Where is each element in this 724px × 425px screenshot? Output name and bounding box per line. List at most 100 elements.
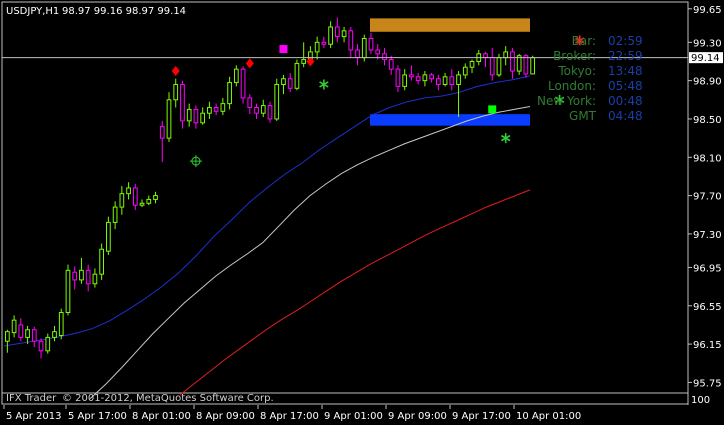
candle-body (58, 311, 64, 336)
candle-body (483, 53, 488, 59)
price-tick-label: 97.30 (693, 230, 722, 241)
candle-body (132, 187, 138, 206)
price-tick-label: 98.90 (693, 77, 722, 88)
candle-body (496, 57, 502, 76)
clock-label-newyork: New York: (537, 94, 596, 108)
time-tick-label: 10 Apr 01:00 (516, 411, 581, 422)
ma-mid-line (89, 106, 531, 400)
candle-body (361, 37, 367, 59)
candle-body (314, 41, 320, 53)
time-tick-label: 5 Apr 17:00 (68, 411, 127, 422)
candle-body (227, 82, 232, 105)
candle-body (436, 78, 441, 85)
clock-label-tokyo: Tokyo: (557, 64, 596, 78)
price-tick-label: 95.75 (693, 378, 722, 389)
price-tick-label: 99.65 (693, 5, 722, 16)
clock-label-london: London: (548, 79, 596, 93)
candle-body (85, 269, 91, 285)
candle-body (355, 49, 360, 59)
candles-layer (5, 17, 535, 359)
price-tick-label: 98.10 (693, 153, 722, 164)
candle-body (72, 271, 78, 281)
clock-panel: Bar: 02:59 Broker: 22:59 Tokyo: 13:48 Lo… (537, 34, 643, 123)
candle-body (267, 105, 273, 120)
diamond-marker (245, 58, 254, 69)
time-tick-label: 9 Apr 17:00 (452, 411, 511, 422)
candle-body (328, 26, 333, 45)
clock-label-bar: Bar: (572, 34, 596, 48)
candle-body (281, 78, 286, 85)
resistance-zone (370, 18, 530, 32)
candle-body (456, 74, 461, 85)
time-tick-label: 9 Apr 01:00 (324, 411, 383, 422)
symbol-label: USDJPY,H1 (6, 6, 59, 17)
ma-slow-line (179, 189, 531, 396)
candle-body (233, 68, 239, 84)
candle-body (429, 74, 434, 80)
candle-body (207, 106, 212, 114)
time-tick-label: 8 Apr 17:00 (260, 411, 319, 422)
price-tick-label: 97.70 (693, 192, 722, 203)
broker-name: IFX Trader (6, 393, 57, 404)
price-chart[interactable]: 99.65 99.30 98.90 98.50 98.10 97.70 97.30 96.95… (0, 0, 724, 425)
price-tick-label: 99.30 (693, 38, 722, 49)
candle-body (99, 248, 104, 275)
candle-body (38, 340, 44, 352)
candle-body (321, 41, 327, 45)
candle-body (213, 106, 219, 112)
candle-body (52, 331, 57, 338)
time-tick-label: 5 Apr 2013 (6, 411, 61, 422)
candle-body (274, 83, 280, 120)
candle-body (415, 76, 421, 82)
candle-body (254, 106, 259, 114)
time-axis: 5 Apr 2013 5 Apr 17:00 8 Apr 01:00 8 Apr 09… (3, 405, 581, 422)
candle-body (31, 329, 37, 342)
candle-body (294, 62, 300, 89)
candle-body (334, 26, 340, 38)
price-tick-label: 96.15 (693, 340, 722, 351)
time-tick-label: 8 Apr 09:00 (196, 411, 255, 422)
diamond-marker (171, 66, 180, 77)
price-tick-label: 98.50 (693, 115, 722, 126)
current-price-tag: 99.14 (689, 52, 723, 64)
candle-body (193, 108, 199, 124)
clock-value-newyork: 00:48 (608, 94, 643, 108)
clock-value-bar: 02:59 (608, 34, 643, 48)
candle-body (442, 76, 448, 85)
candle-body (25, 329, 30, 338)
candle-body (11, 319, 17, 334)
clock-value-broker: 22:59 (608, 49, 643, 63)
square-marker (279, 45, 288, 54)
candle-body (5, 331, 10, 342)
candle-body (112, 206, 118, 223)
candle-body (368, 37, 374, 51)
price-tick-label: 96.95 (693, 263, 722, 274)
candle-body (106, 221, 111, 252)
candle-body (422, 74, 428, 82)
candle-body (489, 57, 495, 76)
time-tick-label: 9 Apr 09:00 (388, 411, 447, 422)
time-tick-label: 8 Apr 01:00 (132, 411, 191, 422)
candle-body (449, 76, 455, 85)
candle-body (247, 97, 253, 108)
candle-body (153, 195, 158, 200)
candle-body (510, 51, 515, 72)
candle-body (348, 30, 354, 51)
candle-body (388, 59, 394, 70)
copyright-text: © 2001-2012, MetaQuotes Software Corp. (62, 393, 274, 404)
candle-body (523, 55, 529, 75)
candle-body (220, 103, 226, 112)
candle-body (260, 105, 266, 114)
square-marker (488, 105, 497, 114)
candle-body (301, 59, 307, 64)
ohlc-label: 98.97 99.16 98.97 99.14 (62, 6, 186, 17)
candle-body (166, 99, 172, 139)
candle-body (200, 112, 206, 124)
candle-body (402, 74, 408, 87)
clock-value-london: 05:48 (608, 79, 643, 93)
clock-label-gmt: GMT (569, 109, 597, 123)
clock-value-gmt: 04:48 (608, 109, 643, 123)
candle-body (462, 66, 468, 76)
candle-body (395, 68, 401, 87)
candle-body (382, 53, 387, 61)
